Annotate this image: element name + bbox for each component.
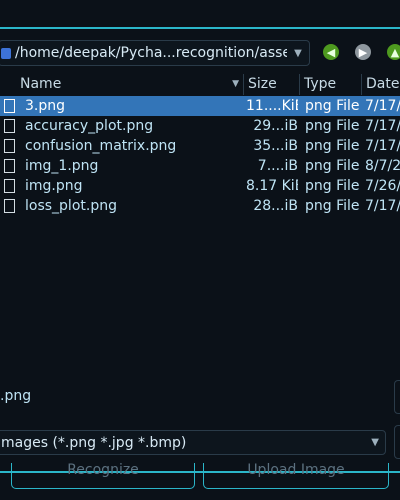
file-name: accuracy_plot.png bbox=[25, 118, 154, 134]
file-row[interactable]: accuracy_plot.png 29...iB png File 7/17/... bbox=[0, 116, 400, 136]
file-icon bbox=[4, 179, 15, 193]
file-size: 8.17 KiB bbox=[246, 178, 298, 194]
file-row[interactable]: loss_plot.png 28...iB png File 7/17/... bbox=[0, 196, 400, 216]
arrow-right-icon: ▶ bbox=[358, 45, 368, 59]
file-row[interactable]: 3.png 11....KiB png File 7/17/... bbox=[0, 96, 400, 116]
file-row[interactable]: img_1.png 7....iB png File 8/7/2... bbox=[0, 156, 400, 176]
top-accent-line bbox=[0, 27, 400, 29]
file-type: png File bbox=[305, 118, 360, 134]
file-date: 7/17/... bbox=[365, 198, 400, 214]
file-icon bbox=[4, 199, 15, 213]
file-size: 11....KiB bbox=[246, 98, 298, 114]
file-date: 7/17/... bbox=[365, 118, 400, 134]
filename-input[interactable]: .png bbox=[0, 388, 31, 404]
forward-button[interactable]: ▶ bbox=[355, 44, 371, 60]
arrow-up-icon: ▲ bbox=[390, 45, 400, 59]
chevron-down-icon[interactable]: ▼ bbox=[287, 48, 309, 59]
file-icon bbox=[4, 119, 15, 133]
column-header-row: Name ▼ Size Type Date bbox=[0, 74, 400, 95]
file-icon bbox=[4, 159, 15, 173]
arrow-left-icon: ◀ bbox=[326, 45, 336, 59]
file-name: confusion_matrix.png bbox=[25, 138, 177, 154]
path-combobox[interactable]: /home/deepak/Pycha...recognition/assets … bbox=[0, 40, 310, 66]
filter-text: mages (*.png *.jpg *.bmp) bbox=[1, 435, 187, 451]
file-name: img.png bbox=[25, 178, 83, 194]
cancel-button[interactable] bbox=[394, 425, 400, 459]
column-header-size[interactable]: Size bbox=[244, 74, 300, 95]
file-type-filter[interactable]: mages (*.png *.jpg *.bmp) ▼ bbox=[0, 430, 386, 455]
back-button[interactable]: ◀ bbox=[323, 44, 339, 60]
file-size: 29...iB bbox=[253, 118, 298, 134]
file-date: 8/7/2... bbox=[365, 158, 400, 174]
file-list[interactable]: Name ▼ Size Type Date 3.png 11....KiB png … bbox=[0, 72, 400, 374]
file-name: 3.png bbox=[25, 98, 66, 114]
column-header-type[interactable]: Type bbox=[300, 74, 362, 95]
file-type: png File bbox=[305, 138, 360, 154]
file-date: 7/26/... bbox=[365, 178, 400, 194]
file-type: png File bbox=[305, 178, 360, 194]
file-icon bbox=[4, 139, 15, 153]
sort-descending-icon: ▼ bbox=[232, 79, 239, 89]
column-header-date[interactable]: Date bbox=[362, 74, 400, 95]
file-icon bbox=[4, 99, 15, 113]
file-type: png File bbox=[305, 98, 360, 114]
recognize-button[interactable]: Recognize bbox=[11, 463, 195, 489]
up-button[interactable]: ▲ bbox=[387, 44, 400, 60]
column-header-name-label: Name bbox=[20, 76, 62, 92]
file-date: 7/17/... bbox=[365, 138, 400, 154]
open-button[interactable] bbox=[394, 380, 400, 414]
column-header-name[interactable]: Name ▼ bbox=[16, 74, 244, 95]
file-row[interactable]: confusion_matrix.png 35...iB png File 7/17/… bbox=[0, 136, 400, 156]
path-text: /home/deepak/Pycha...recognition/assets bbox=[15, 45, 287, 61]
file-size: 7....iB bbox=[257, 158, 298, 174]
chevron-down-icon[interactable]: ▼ bbox=[371, 431, 379, 455]
file-type: png File bbox=[305, 158, 360, 174]
upload-image-button[interactable]: Upload Image bbox=[203, 463, 389, 489]
file-size: 35...iB bbox=[253, 138, 298, 154]
file-date: 7/17/... bbox=[365, 98, 400, 114]
file-row[interactable]: img.png 8.17 KiB png File 7/26/... bbox=[0, 176, 400, 196]
folder-icon bbox=[1, 47, 11, 59]
file-name: loss_plot.png bbox=[25, 198, 117, 214]
file-name: img_1.png bbox=[25, 158, 99, 174]
file-size: 28...iB bbox=[253, 198, 298, 214]
file-type: png File bbox=[305, 198, 360, 214]
